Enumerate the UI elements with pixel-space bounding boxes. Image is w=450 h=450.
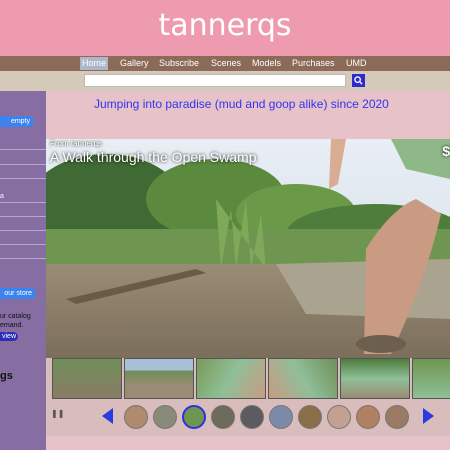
nav-home[interactable]: Home: [80, 57, 109, 70]
thumbnail-dot[interactable]: [211, 405, 235, 429]
sidebar-divider: [0, 202, 46, 203]
thumbnail-dot[interactable]: [240, 405, 264, 429]
sidebar-heading: gs: [0, 370, 13, 382]
nav-umd[interactable]: UMD: [344, 57, 369, 70]
sidebar-item-label[interactable]: a: [0, 193, 4, 200]
slideshow-controls: ❚❚: [46, 402, 450, 436]
nav-models[interactable]: Models: [250, 57, 283, 70]
thumbnail-dot[interactable]: [124, 405, 148, 429]
thumbnail[interactable]: [52, 358, 122, 399]
thumbnail[interactable]: [268, 358, 338, 399]
cart-status-badge[interactable]: empty: [0, 116, 34, 127]
site-tagline: Jumping into paradise (mud and goop alik…: [94, 97, 389, 111]
site-logo[interactable]: tannerqs: [0, 8, 450, 43]
nav-scenes[interactable]: Scenes: [209, 57, 243, 70]
thumbnail[interactable]: [196, 358, 266, 399]
arrow-right-icon[interactable]: [423, 408, 434, 424]
pause-icon[interactable]: ❚❚: [51, 409, 64, 418]
thumbnail-dot[interactable]: [298, 405, 322, 429]
store-button[interactable]: our store: [0, 288, 36, 299]
thumbnail-dot[interactable]: [356, 405, 380, 429]
price-fragment: $: [442, 143, 450, 159]
thumbnail-strip: [46, 358, 450, 402]
site-header: tannerqs: [0, 0, 450, 56]
catalog-text: ur catalog emand.: [0, 312, 31, 330]
sidebar-divider: [0, 258, 46, 259]
view-button[interactable]: view: [0, 332, 18, 341]
thumbnail-dot[interactable]: [269, 405, 293, 429]
video-frame: [46, 139, 450, 358]
catalog-line: ur catalog: [0, 313, 31, 320]
sidebar-divider: [0, 216, 46, 217]
nav-bar: Home Gallery Subscribe Scenes Models Pur…: [0, 56, 450, 71]
thumbnail[interactable]: [412, 358, 450, 399]
sidebar: empty a our store ur catalog emand. view…: [0, 91, 46, 450]
nav-gallery[interactable]: Gallery: [118, 57, 151, 70]
thumbnail-dot[interactable]: [327, 405, 351, 429]
thumbnail-dot[interactable]: [153, 405, 177, 429]
thumbnail-dot-selected[interactable]: [182, 405, 206, 429]
nav-purchases[interactable]: Purchases: [290, 57, 337, 70]
sidebar-divider: [0, 178, 46, 179]
video-title[interactable]: A Walk through the Open Swamp: [50, 149, 256, 165]
video-player[interactable]: From tannerqs A Walk through the Open Sw…: [46, 139, 450, 358]
sidebar-divider: [0, 230, 46, 231]
thumbnail[interactable]: [340, 358, 410, 399]
thumbnail-dot[interactable]: [385, 405, 409, 429]
search-input[interactable]: [84, 74, 346, 87]
arrow-left-icon[interactable]: [102, 408, 113, 424]
sidebar-divider: [0, 244, 46, 245]
search-button[interactable]: [352, 74, 365, 87]
sidebar-divider: [0, 149, 46, 150]
nav-subscribe[interactable]: Subscribe: [157, 57, 201, 70]
search-icon: [354, 76, 363, 85]
search-bar: [0, 71, 450, 91]
video-source-label: From tannerqs: [50, 139, 103, 148]
thumbnail[interactable]: [124, 358, 194, 399]
catalog-line: emand.: [0, 322, 24, 329]
sidebar-divider: [0, 164, 46, 165]
